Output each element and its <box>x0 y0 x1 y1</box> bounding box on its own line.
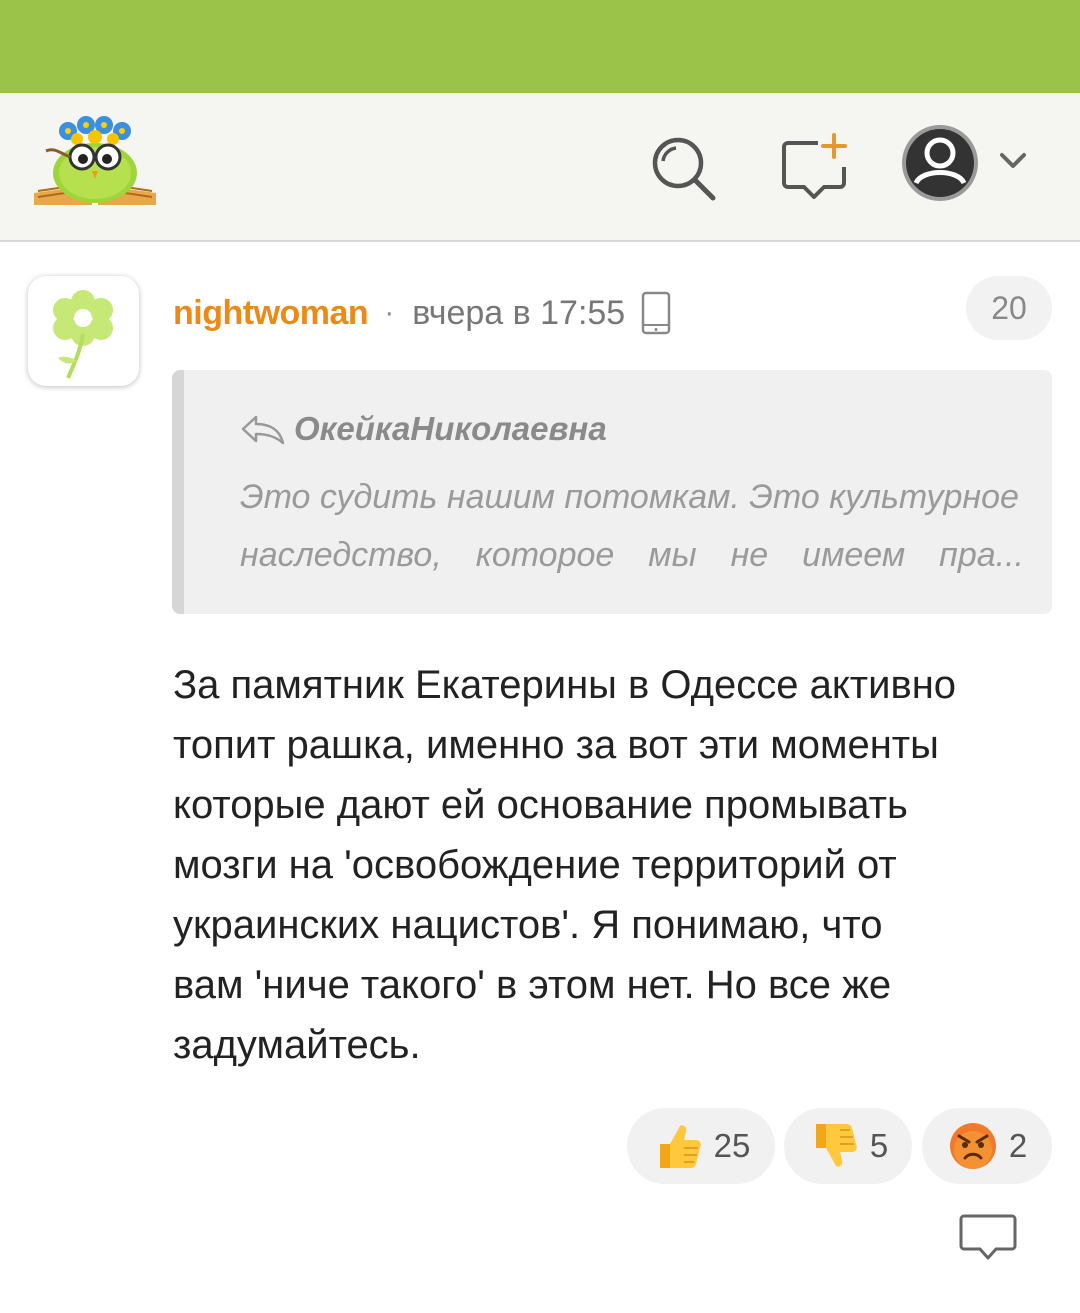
dislike-button[interactable]: 5 <box>784 1108 912 1184</box>
dislike-count: 5 <box>869 1127 889 1164</box>
user-avatar-icon <box>902 125 978 201</box>
quote-word: наследство, <box>240 536 442 574</box>
meta-separator: · <box>384 296 395 329</box>
comment-body: За памятник Екатерины в Одессе активно т… <box>173 655 1053 1075</box>
angry-count: 2 <box>1008 1127 1028 1164</box>
quote-author-row: ОкейкаНиколаевна <box>240 410 607 448</box>
search-icon[interactable] <box>648 133 718 203</box>
comment-time: вчера в 17:55 <box>412 293 626 332</box>
quote-line: Это судить нашим потомкам. Это культурно… <box>240 478 1019 516</box>
quote-line: наследство, которое мы не имеем пра... <box>240 526 1024 584</box>
comment-line: мозги на 'освобождение территорий от <box>173 843 897 887</box>
app-header <box>0 93 1080 242</box>
status-bar <box>0 0 1080 93</box>
angry-face-icon <box>949 1123 996 1169</box>
chevron-down-icon <box>1000 153 1026 168</box>
comment-username[interactable]: nightwoman <box>173 294 369 333</box>
quote-author[interactable]: ОкейкаНиколаевна <box>294 410 607 448</box>
quote-word: пра... <box>939 536 1024 574</box>
flower-avatar-icon <box>53 290 113 379</box>
quote-word: которое <box>475 536 615 574</box>
comment-line: За памятник Екатерины в Одессе активно <box>173 663 957 707</box>
comment-author-avatar[interactable] <box>28 276 139 386</box>
comment-line: которые дают ей основание промывать <box>173 783 908 827</box>
comment-meta: nightwoman · вчера в 17:55 <box>173 288 671 338</box>
comment-count-badge[interactable]: 20 <box>966 276 1052 340</box>
comment-line: вам 'ниче такого' в этом нет. Но все же <box>173 963 892 1007</box>
comment-line: топит рашка, именно за вот эти моменты <box>173 723 939 767</box>
quote-word: имеем <box>802 536 906 574</box>
like-button[interactable]: 25 <box>627 1108 775 1184</box>
thumbs-up-icon <box>659 1125 701 1168</box>
quote-word: не <box>730 536 769 574</box>
quote-text: Это судить нашим потомкам. Это культурно… <box>240 468 1024 584</box>
comment-line: задумайтесь. <box>173 1023 421 1067</box>
quote-word: мы <box>648 536 697 574</box>
quoted-reply[interactable]: ОкейкаНиколаевна Это судить нашим потомк… <box>172 370 1052 614</box>
reply-arrow-icon <box>241 415 285 445</box>
site-logo[interactable] <box>30 113 160 209</box>
mobile-phone-icon <box>641 291 671 335</box>
reply-comment-icon[interactable] <box>958 1212 1018 1268</box>
comment-line: украинских нацистов'. Я понимаю, что <box>173 903 883 947</box>
add-comment-icon[interactable] <box>778 131 850 203</box>
like-count: 25 <box>713 1127 751 1164</box>
angry-button[interactable]: 2 <box>922 1108 1052 1184</box>
thumbs-down-icon <box>815 1124 857 1167</box>
user-menu-button[interactable] <box>900 123 1040 203</box>
